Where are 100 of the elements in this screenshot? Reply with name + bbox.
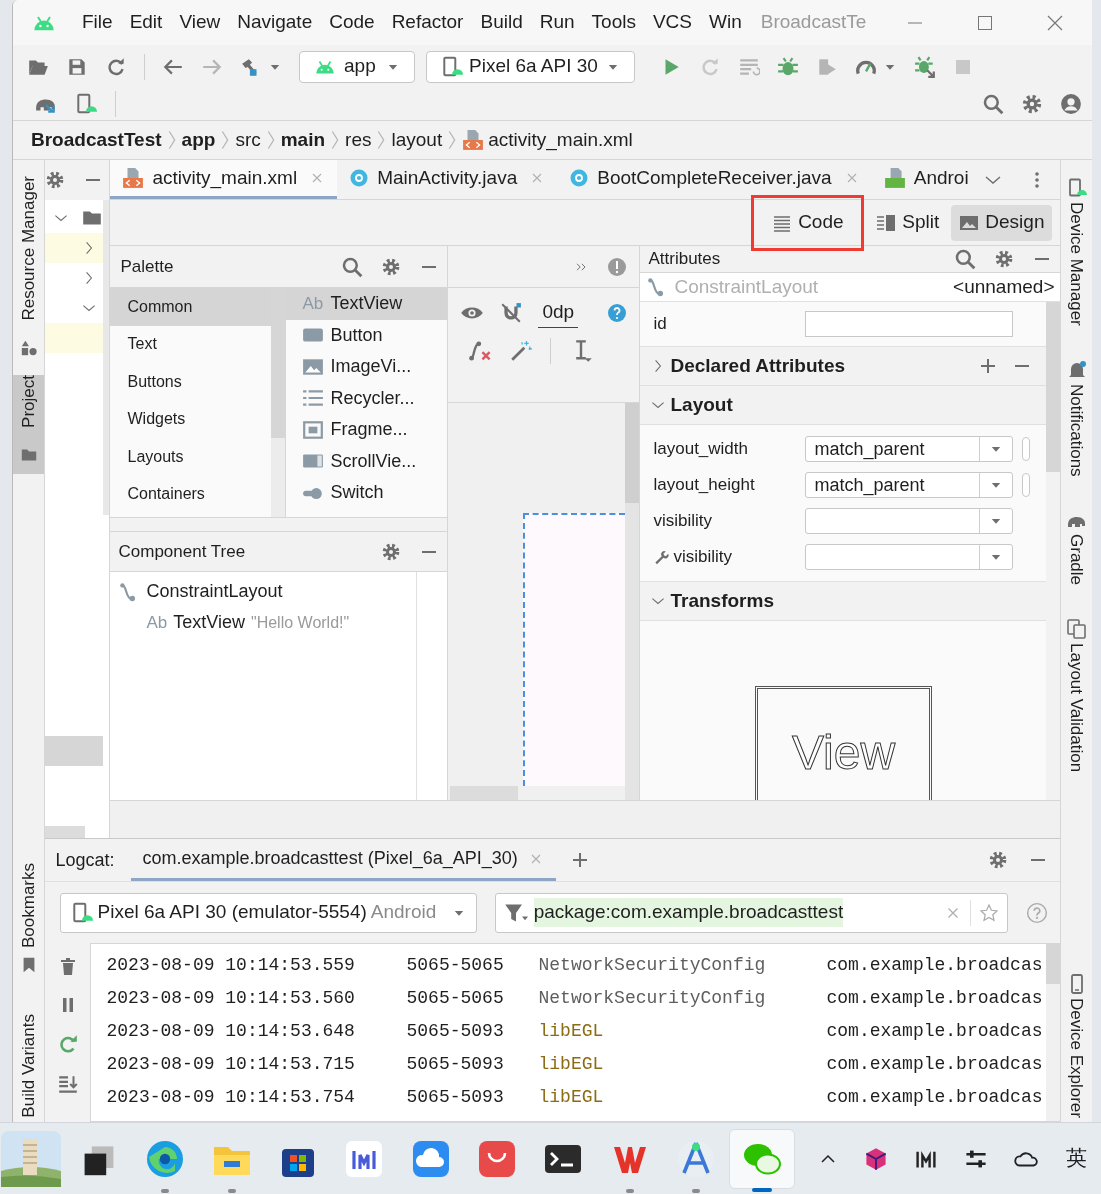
tool-window-button[interactable]: Project bbox=[13, 374, 45, 474]
clear-constraints-icon[interactable] bbox=[468, 338, 493, 363]
palette-item[interactable]: Recycler... bbox=[286, 382, 448, 414]
settings-icon[interactable] bbox=[381, 256, 402, 277]
shopping-bag-icon[interactable] bbox=[476, 1138, 517, 1179]
breadcrumb-item[interactable]: main bbox=[280, 125, 326, 155]
menu-item[interactable]: File bbox=[82, 8, 113, 37]
browser-icon[interactable] bbox=[145, 1138, 186, 1179]
view-mode-button[interactable]: Design bbox=[951, 204, 1053, 241]
input-method-indicator[interactable]: 英 bbox=[1066, 1142, 1087, 1175]
palette-category[interactable]: Containers bbox=[110, 475, 272, 513]
settings-icon[interactable] bbox=[45, 170, 66, 190]
menu-item[interactable]: Build bbox=[480, 8, 523, 37]
scrollbar-thumb[interactable] bbox=[45, 826, 86, 838]
user-icon[interactable] bbox=[1060, 93, 1082, 115]
help-icon[interactable] bbox=[1026, 901, 1049, 924]
breadcrumb-item[interactable]: app bbox=[181, 125, 216, 155]
section-header[interactable]: Layout bbox=[640, 386, 1047, 425]
scrollbar[interactable] bbox=[625, 403, 640, 800]
warning-icon[interactable] bbox=[607, 256, 628, 277]
menu-item[interactable]: Run bbox=[539, 8, 575, 37]
logcat-tab[interactable]: com.example.broadcasttest (Pixel_6a_API_30) bbox=[130, 839, 556, 881]
tool-window-button[interactable]: Layout Validation bbox=[1064, 619, 1090, 773]
breadcrumb-item[interactable]: layout bbox=[391, 125, 443, 155]
section-header[interactable]: Transforms bbox=[640, 582, 1047, 621]
star-icon[interactable] bbox=[979, 902, 1000, 923]
palette-category[interactable]: Common bbox=[110, 288, 272, 326]
palette-item[interactable]: Switch bbox=[286, 477, 448, 509]
scrollbar-thumb[interactable] bbox=[1046, 302, 1061, 472]
tool-window-button[interactable]: Device Explorer bbox=[1064, 974, 1090, 1118]
menu-item[interactable]: View bbox=[179, 8, 221, 37]
search-icon[interactable] bbox=[954, 247, 977, 270]
attribute-dropdown[interactable]: match_parent bbox=[805, 472, 1014, 498]
tree-item[interactable]: ConstraintLayout bbox=[110, 576, 417, 607]
cloud-app-icon[interactable] bbox=[410, 1138, 451, 1179]
magic-wand-icon[interactable] bbox=[510, 339, 533, 362]
view-mode-button[interactable]: Code bbox=[751, 194, 865, 251]
tool-window-button[interactable]: Notifications bbox=[1064, 359, 1090, 477]
settings-icon[interactable] bbox=[1021, 93, 1043, 115]
tool-window-button[interactable]: Resource Manager bbox=[16, 176, 42, 357]
section-title[interactable]: Layout bbox=[670, 390, 733, 420]
palette-category[interactable]: Layouts bbox=[110, 438, 272, 476]
menu-item[interactable]: Edit bbox=[129, 8, 163, 37]
menu-item[interactable]: Win bbox=[709, 8, 742, 37]
device-dropdown[interactable]: Pixel 6a API 30 (emulator-5554) Android bbox=[60, 892, 477, 933]
palette-item[interactable]: Button bbox=[286, 319, 448, 351]
tool-window-button[interactable]: Build Variants bbox=[16, 1014, 42, 1118]
scrollbar-thumb[interactable] bbox=[1046, 944, 1061, 984]
device-mirror-icon[interactable] bbox=[75, 93, 97, 115]
tool-window-button[interactable]: Gradle bbox=[1064, 510, 1090, 586]
magnet-off-icon[interactable] bbox=[500, 301, 523, 324]
help-icon[interactable] bbox=[607, 302, 628, 323]
scrollbar-thumb[interactable] bbox=[450, 786, 519, 800]
menu-item[interactable]: Code bbox=[329, 8, 375, 37]
scrollbar[interactable] bbox=[103, 200, 110, 515]
section-title[interactable]: Declared Attributes bbox=[670, 351, 846, 381]
breadcrumb-item[interactable]: activity_main.xml bbox=[488, 125, 633, 155]
toggle-pill[interactable] bbox=[1022, 473, 1031, 497]
search-icon[interactable] bbox=[982, 93, 1004, 115]
palette-item[interactable]: ImageVi... bbox=[286, 351, 448, 383]
device-dropdown[interactable]: Pixel 6a API 30 bbox=[426, 50, 635, 83]
bug-icon[interactable] bbox=[777, 55, 799, 78]
scrollbar[interactable] bbox=[271, 288, 286, 517]
breadcrumb-item[interactable]: res bbox=[345, 125, 372, 155]
menu-item[interactable]: Refactor bbox=[391, 8, 464, 37]
editor-tab[interactable]: Androi bbox=[871, 160, 981, 199]
menu-item[interactable]: VCS bbox=[652, 8, 692, 37]
palette-item[interactable]: Fragme... bbox=[286, 414, 448, 446]
palette-category[interactable]: Widgets bbox=[110, 400, 272, 438]
editor-tab[interactable]: MainActivity.java bbox=[337, 160, 558, 199]
tool-window-button[interactable]: Bookmarks bbox=[16, 863, 42, 975]
palette-category[interactable]: Text bbox=[110, 325, 272, 363]
scrollbar-thumb[interactable] bbox=[271, 288, 286, 438]
cube-icon[interactable] bbox=[864, 1146, 888, 1171]
palette-category[interactable]: Buttons bbox=[110, 363, 272, 401]
search-icon[interactable] bbox=[341, 255, 364, 278]
default-margin-control[interactable]: 0dp bbox=[538, 298, 579, 328]
tree-item[interactable]: Ab TextView "Hello World!" bbox=[110, 607, 417, 638]
attribute-dropdown[interactable]: match_parent bbox=[805, 436, 1014, 462]
settings-icon[interactable] bbox=[988, 850, 1009, 870]
toggle-pill[interactable] bbox=[1022, 437, 1031, 461]
scrollbar[interactable] bbox=[1046, 944, 1061, 1121]
menu-item[interactable]: Tools bbox=[591, 8, 636, 37]
breadcrumb-item[interactable]: BroadcastTest bbox=[31, 125, 162, 155]
sync-icon[interactable] bbox=[105, 55, 127, 78]
menu-item[interactable]: Navigate bbox=[237, 8, 313, 37]
tool-window-button[interactable]: Device Manager bbox=[1064, 178, 1090, 326]
clear-log-icon[interactable] bbox=[58, 957, 78, 977]
attach-debugger-icon[interactable] bbox=[914, 55, 936, 78]
settings-icon[interactable] bbox=[381, 541, 402, 562]
configuration-dropdown[interactable]: app bbox=[299, 50, 415, 83]
editor-tab[interactable]: activity_main.xml bbox=[110, 160, 338, 199]
scroll-to-end-icon[interactable] bbox=[57, 1073, 79, 1095]
restart-icon[interactable] bbox=[57, 1033, 79, 1055]
section-title[interactable]: Transforms bbox=[670, 586, 774, 616]
section-header[interactable]: Declared Attributes bbox=[640, 347, 1047, 386]
breadcrumb-item[interactable]: src bbox=[235, 125, 261, 155]
id-input-field[interactable] bbox=[805, 311, 1014, 337]
palette-item[interactable]: Ab TextView bbox=[286, 288, 448, 320]
filter-field[interactable]: package:com.example.broadcasttest bbox=[494, 892, 1009, 933]
